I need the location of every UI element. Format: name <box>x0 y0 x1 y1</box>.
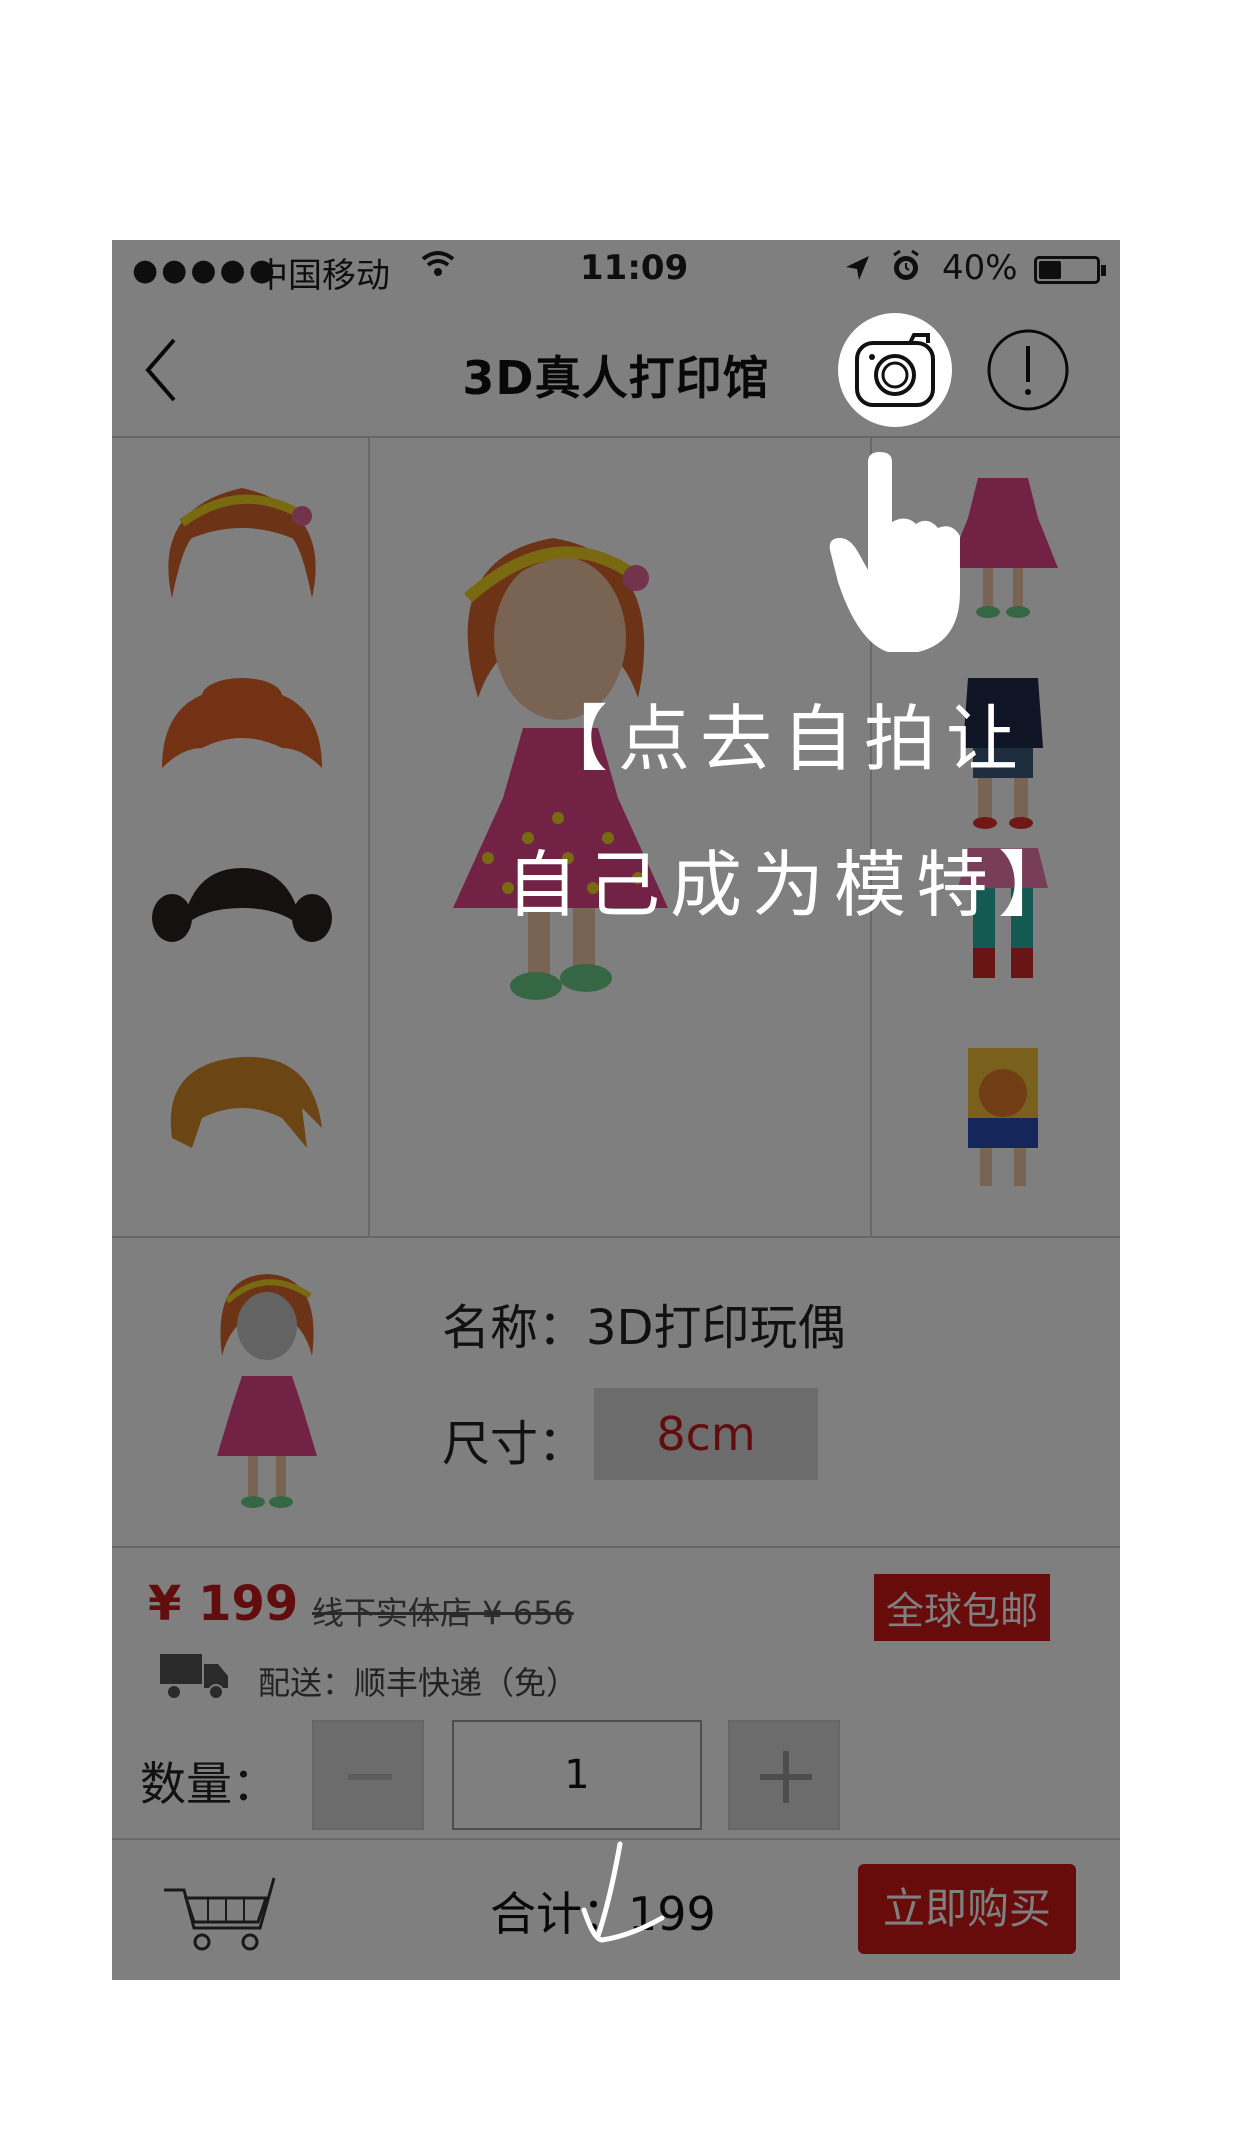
plus-icon-vertical <box>783 1751 789 1803</box>
carrier-name: 中国移动 <box>254 256 390 296</box>
buy-now-button[interactable]: 立即购买 <box>858 1864 1076 1954</box>
truck-icon <box>160 1654 228 1700</box>
battery-percent: 40% <box>942 248 1018 288</box>
hair-option-short-spiky[interactable] <box>152 1028 332 1168</box>
minus-icon <box>348 1774 392 1780</box>
hair-option-headband-bob[interactable] <box>152 468 332 608</box>
location-arrow-icon <box>842 248 872 297</box>
product-name: 名称：3D打印玩偶 <box>442 1288 846 1358</box>
clock: 11:09 <box>580 248 689 288</box>
exclamation-circle-icon[interactable] <box>984 326 1072 414</box>
camera-button[interactable] <box>838 313 952 427</box>
battery-fill <box>1039 261 1061 279</box>
quantity-decrease-button[interactable] <box>312 1720 424 1830</box>
size-label: 尺寸： <box>442 1416 587 1472</box>
delivery-info: 配送：顺丰快递（免） <box>258 1664 579 1702</box>
name-label: 名称： <box>442 1300 587 1356</box>
size-option-8cm[interactable]: 8cm <box>594 1388 818 1480</box>
battery-icon <box>1034 256 1106 284</box>
alarm-icon <box>888 246 924 297</box>
tutorial-hint-line2: 自己成为模特】 <box>506 843 1081 927</box>
quantity-input[interactable]: 1 <box>452 1720 702 1830</box>
free-shipping-badge: 全球包邮 <box>874 1574 1051 1641</box>
page-title: 3D真人打印馆 <box>462 351 770 405</box>
quantity-label: 数量： <box>140 1757 278 1811</box>
hair-option-black-pigtails[interactable] <box>152 838 332 978</box>
hair-options-column <box>112 438 370 1236</box>
offline-price: 线下实体店 ¥ 656 <box>312 1594 574 1632</box>
body-option-basketball[interactable] <box>938 1038 1068 1208</box>
tutorial-hint-line1: 【点去自拍让 <box>536 697 1029 781</box>
wifi-icon <box>420 245 456 294</box>
swipe-down-arrow-icon <box>581 1841 665 1943</box>
current-price: ¥ 199 <box>148 1576 299 1632</box>
nav-bar: 3D真人打印馆 <box>112 302 1120 438</box>
battery-nub <box>1101 265 1106 276</box>
shopping-cart-icon[interactable] <box>162 1870 282 1954</box>
name-value: 3D打印玩偶 <box>586 1300 846 1356</box>
pointing-hand-icon <box>829 452 960 652</box>
quantity-increase-button[interactable] <box>728 1720 840 1830</box>
hair-option-orange-bun[interactable] <box>152 658 332 798</box>
status-bar: ●●●●● 中国移动 11:09 40% <box>112 240 1120 302</box>
pricing-section: ¥ 199 线下实体店 ¥ 656 全球包邮 配送：顺丰快递（免） 数量： 1 <box>112 1548 1120 1840</box>
product-thumbnail <box>217 1274 317 1508</box>
camera-icon <box>855 333 935 407</box>
product-info: 名称：3D打印玩偶 尺寸： 8cm <box>112 1238 1120 1548</box>
